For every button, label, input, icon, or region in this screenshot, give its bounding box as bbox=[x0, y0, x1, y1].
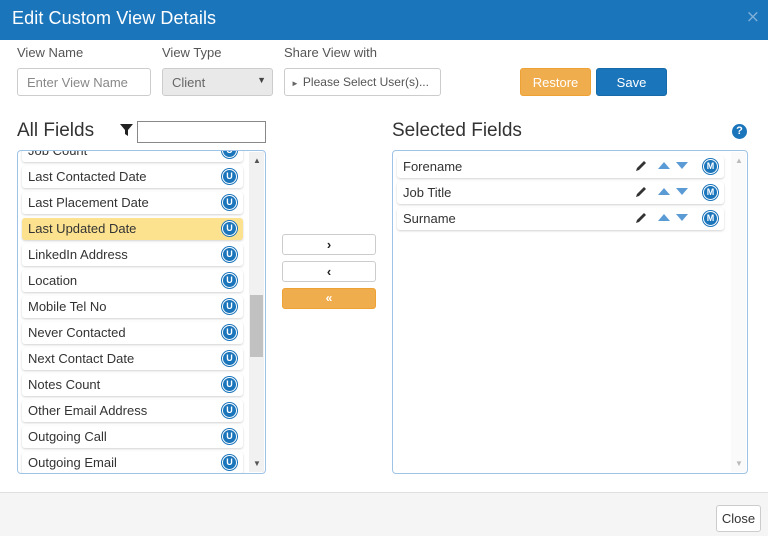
all-fields-items: Job Count U Last Contacted Date U Last Place… bbox=[22, 150, 243, 473]
field-label: Last Updated Date bbox=[28, 221, 137, 236]
field-list-item[interactable]: Last Contacted Date U bbox=[22, 166, 243, 188]
field-label: Notes Count bbox=[28, 377, 101, 392]
field-label: Never Contacted bbox=[28, 325, 126, 340]
field-list-item[interactable]: LinkedIn Address U bbox=[22, 244, 243, 266]
dropdown-caret-icon: ▼ bbox=[257, 75, 266, 85]
selected-field-label: Surname bbox=[403, 211, 456, 226]
scroll-down-arrow-icon[interactable]: ▼ bbox=[735, 459, 743, 468]
move-all-left-button[interactable]: « bbox=[282, 288, 376, 309]
filter-icon bbox=[120, 124, 133, 136]
selected-field-item[interactable]: Job Title M bbox=[397, 182, 724, 204]
field-type-badge-icon: U bbox=[222, 429, 237, 444]
selected-fields-heading: Selected Fields bbox=[392, 120, 522, 141]
move-left-button[interactable]: ‹ bbox=[282, 261, 376, 282]
move-down-icon[interactable] bbox=[676, 188, 688, 195]
scroll-up-arrow-icon[interactable]: ▲ bbox=[253, 156, 261, 165]
field-label: Next Contact Date bbox=[28, 351, 135, 366]
move-up-icon[interactable] bbox=[658, 214, 670, 221]
share-users-select[interactable]: ► Please Select User(s)... bbox=[284, 68, 441, 96]
field-type-badge-icon: U bbox=[222, 221, 237, 236]
field-type-badge-icon: M bbox=[703, 185, 718, 200]
help-icon[interactable]: ? bbox=[732, 124, 747, 139]
view-type-select[interactable]: Client ▼ bbox=[162, 68, 273, 96]
field-list-item[interactable]: Next Contact Date U bbox=[22, 348, 243, 370]
selected-fields-items: Forename M Job Title M Surname M bbox=[397, 156, 724, 234]
field-list-item[interactable]: Outgoing Call U bbox=[22, 426, 243, 448]
field-type-badge-icon: U bbox=[222, 247, 237, 262]
field-type-badge-icon: U bbox=[222, 325, 237, 340]
save-button[interactable]: Save bbox=[596, 68, 667, 96]
move-up-icon[interactable] bbox=[658, 188, 670, 195]
field-list-item[interactable]: Outgoing Email U bbox=[22, 452, 243, 473]
field-label: Job Count bbox=[28, 150, 88, 158]
field-label: Outgoing Email bbox=[28, 455, 117, 470]
view-name-placeholder: Enter View Name bbox=[27, 75, 128, 90]
restore-button[interactable]: Restore bbox=[520, 68, 591, 96]
field-label: Other Email Address bbox=[28, 403, 148, 418]
selected-field-label: Forename bbox=[403, 159, 463, 174]
field-list-item[interactable]: Never Contacted U bbox=[22, 322, 243, 344]
field-type-badge-icon: U bbox=[222, 299, 237, 314]
field-list-item[interactable]: Last Placement Date U bbox=[22, 192, 243, 214]
dialog-titlebar: Edit Custom View Details × bbox=[0, 0, 768, 40]
edit-pencil-icon[interactable] bbox=[634, 159, 648, 173]
field-type-badge-icon: M bbox=[703, 211, 718, 226]
field-type-badge-icon: M bbox=[703, 159, 718, 174]
all-fields-heading: All Fields bbox=[17, 120, 95, 141]
selected-field-label: Job Title bbox=[403, 185, 452, 200]
field-list-item[interactable]: Other Email Address U bbox=[22, 400, 243, 422]
view-name-input[interactable]: Enter View Name bbox=[17, 68, 151, 96]
expand-arrow-icon: ► bbox=[291, 79, 299, 88]
field-type-badge-icon: U bbox=[222, 455, 237, 470]
share-view-label: Share View with bbox=[284, 45, 377, 60]
selected-fields-list[interactable]: Forename M Job Title M Surname M ▲ ▼ bbox=[392, 150, 748, 474]
scroll-up-arrow-icon[interactable]: ▲ bbox=[735, 156, 743, 165]
selected-fields-scrollbar[interactable]: ▲ ▼ bbox=[731, 152, 746, 472]
view-name-label: View Name bbox=[17, 45, 84, 60]
move-right-button[interactable]: › bbox=[282, 234, 376, 255]
move-up-icon[interactable] bbox=[658, 162, 670, 169]
selected-field-item[interactable]: Forename M bbox=[397, 156, 724, 178]
field-list-item[interactable]: Last Updated Date U bbox=[22, 218, 243, 240]
field-label: Last Contacted Date bbox=[28, 169, 147, 184]
scroll-down-arrow-icon[interactable]: ▼ bbox=[253, 459, 261, 468]
field-list-item[interactable]: Location U bbox=[22, 270, 243, 292]
field-label: Location bbox=[28, 273, 78, 288]
scroll-thumb[interactable] bbox=[250, 295, 263, 357]
all-fields-scrollbar[interactable]: ▲ ▼ bbox=[249, 152, 264, 472]
field-list-item[interactable]: Notes Count U bbox=[22, 374, 243, 396]
view-type-label: View Type bbox=[162, 45, 222, 60]
field-type-badge-icon: U bbox=[222, 403, 237, 418]
share-users-placeholder: Please Select User(s)... bbox=[302, 75, 429, 89]
field-type-badge-icon: U bbox=[222, 195, 237, 210]
close-icon[interactable]: × bbox=[746, 7, 760, 27]
field-list-item[interactable]: Mobile Tel No U bbox=[22, 296, 243, 318]
view-type-value: Client bbox=[172, 75, 206, 90]
dialog-footer bbox=[0, 492, 768, 536]
selected-field-item[interactable]: Surname M bbox=[397, 208, 724, 230]
close-button[interactable]: Close bbox=[716, 505, 761, 532]
field-type-badge-icon: U bbox=[222, 169, 237, 184]
move-down-icon[interactable] bbox=[676, 214, 688, 221]
all-fields-list[interactable]: Job Count U Last Contacted Date U Last Place… bbox=[17, 150, 266, 474]
field-label: Last Placement Date bbox=[28, 195, 149, 210]
edit-pencil-icon[interactable] bbox=[634, 211, 648, 225]
dialog-title: Edit Custom View Details bbox=[12, 8, 217, 28]
move-down-icon[interactable] bbox=[676, 162, 688, 169]
field-type-badge-icon: U bbox=[222, 273, 237, 288]
field-filter-input[interactable] bbox=[137, 121, 266, 143]
field-type-badge-icon: U bbox=[222, 377, 237, 392]
field-type-badge-icon: U bbox=[222, 351, 237, 366]
field-label: LinkedIn Address bbox=[28, 247, 128, 262]
field-list-item[interactable]: Job Count U bbox=[22, 150, 243, 162]
field-label: Mobile Tel No bbox=[28, 299, 107, 314]
field-type-badge-icon: U bbox=[222, 151, 237, 158]
edit-pencil-icon[interactable] bbox=[634, 185, 648, 199]
field-label: Outgoing Call bbox=[28, 429, 107, 444]
